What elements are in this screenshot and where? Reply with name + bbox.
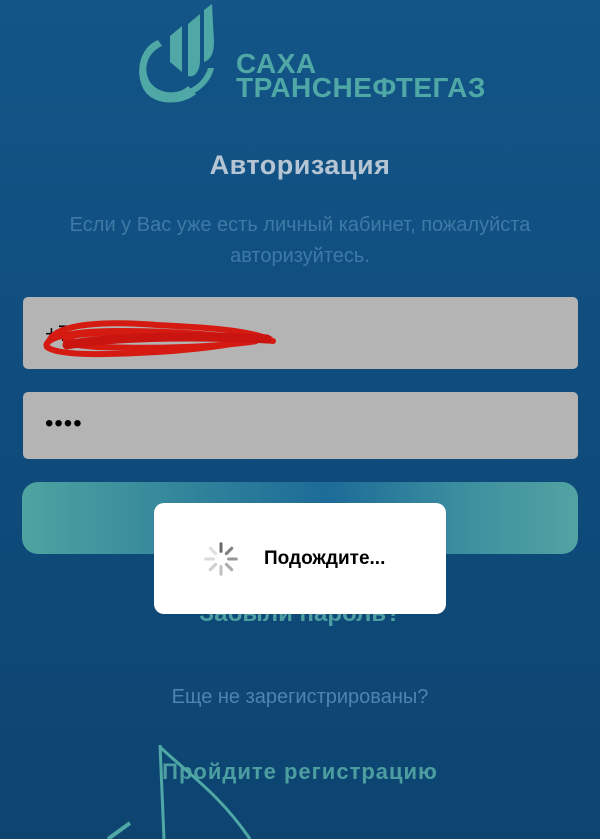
loading-dialog: Подождите... — [154, 503, 446, 614]
brand-line-2: ТРАНСНЕФТЕГАЗ — [236, 72, 486, 103]
page-title: Авторизация — [209, 150, 391, 180]
brand-name: САХА ТРАНСНЕФТЕГАЗ — [236, 50, 486, 103]
register-link[interactable]: Пройдите регистрацию — [0, 759, 600, 785]
company-logo: САХА ТРАНСНЕФТЕГАЗ — [130, 2, 485, 112]
password-input[interactable]: •••• — [23, 392, 578, 459]
not-registered-text: Еще не зарегистрированы? — [171, 686, 429, 708]
logo-mark-icon — [139, 4, 214, 103]
redaction-scribble — [43, 320, 276, 358]
phone-input[interactable]: +7 — [23, 297, 578, 369]
password-input-value: •••• — [45, 410, 83, 437]
spinner-icon — [204, 542, 238, 576]
bottom-decoration-icon — [106, 745, 252, 839]
page-subtitle: Если у Вас уже есть личный кабинет, пожа… — [69, 214, 531, 267]
loading-text: Подождите... — [264, 548, 386, 569]
